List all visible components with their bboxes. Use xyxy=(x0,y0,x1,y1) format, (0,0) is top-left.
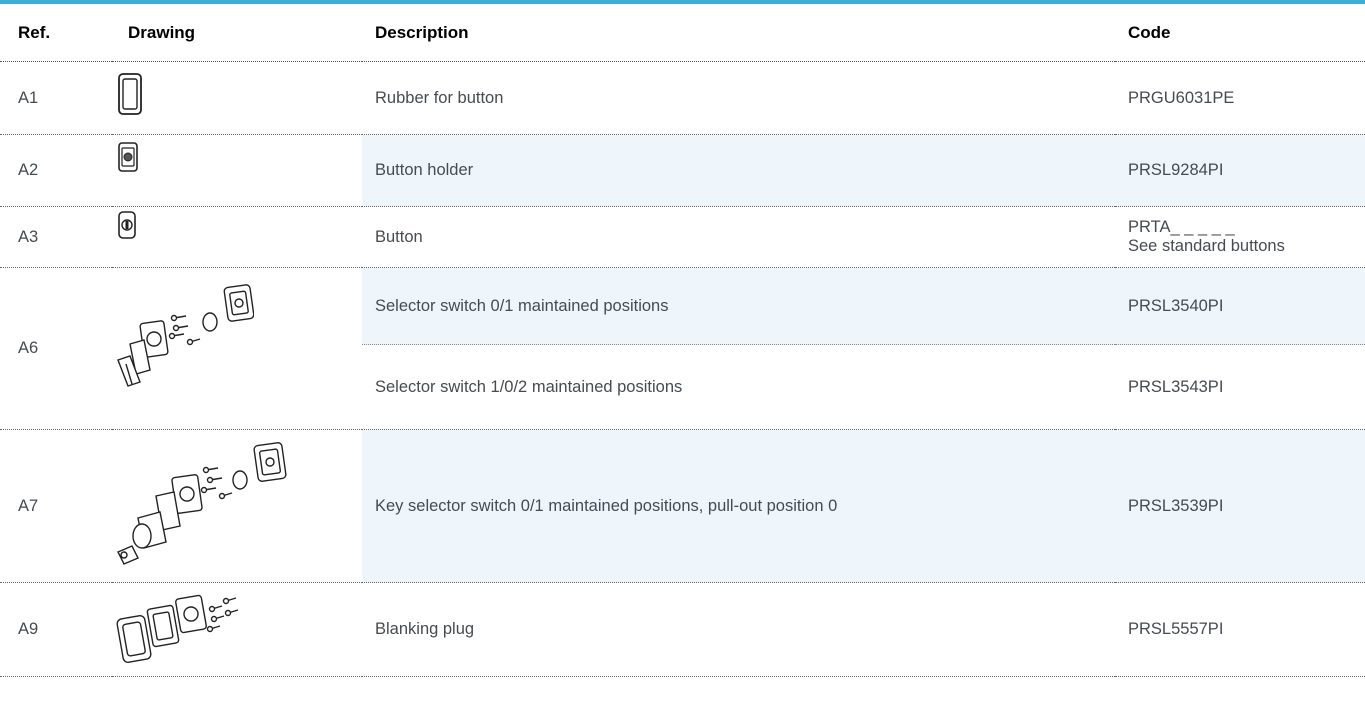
row-description: Button holder xyxy=(362,134,1115,207)
row-code: PRGU6031PE xyxy=(1115,61,1365,135)
header-ref: Ref. xyxy=(0,4,112,62)
row-code: PRSL9284PI xyxy=(1115,134,1365,207)
row-ref: A2 xyxy=(0,134,112,207)
code-note: See standard buttons xyxy=(1128,237,1285,255)
row-description: Selector switch 1/0/2 maintained positio… xyxy=(362,344,1115,430)
table-row: A6 Selector switch 0/1 maintained positi… xyxy=(0,267,1365,430)
row-drawing xyxy=(112,206,362,268)
row-description: Selector switch 0/1 maintained positions xyxy=(362,267,1115,345)
parts-table: Ref. Drawing Description Code A1 Rubber … xyxy=(0,4,1365,677)
code-line: PRTA_ _ _ _ _ xyxy=(1128,218,1235,236)
row-ref: A6 xyxy=(0,267,112,430)
table-row: A9 Blanking plug PRSL5557PI xyxy=(0,582,1365,677)
selector-switch-exploded-icon xyxy=(117,284,254,387)
row-description: Key selector switch 0/1 maintained posit… xyxy=(362,429,1115,583)
row-description: Button xyxy=(362,206,1115,268)
row-ref: A7 xyxy=(0,429,112,583)
table-row: A7 Key selector switch 0/1 maintained po… xyxy=(0,429,1365,583)
table-header-row: Ref. Drawing Description Code xyxy=(0,4,1365,62)
row-code: PRSL3540PI xyxy=(1115,267,1365,345)
row-drawing xyxy=(112,61,362,135)
key-selector-switch-exploded-icon xyxy=(117,442,287,565)
header-description: Description xyxy=(362,4,1115,62)
header-drawing: Drawing xyxy=(112,4,362,62)
row-code: PRSL5557PI xyxy=(1115,582,1365,677)
row-drawing xyxy=(112,134,362,207)
row-drawing xyxy=(112,582,362,677)
row-drawing xyxy=(112,429,362,583)
table-row: A1 Rubber for button PRGU6031PE xyxy=(0,61,1365,135)
row-description: Rubber for button xyxy=(362,61,1115,135)
table-row: A2 Button holder PRSL9284PI xyxy=(0,134,1365,207)
row-code: PRSL3543PI xyxy=(1115,344,1365,430)
table-row: A3 Button PRTA_ _ _ _ _ See standard but… xyxy=(0,206,1365,268)
row-description: Blanking plug xyxy=(362,582,1115,677)
blanking-plug-exploded-icon xyxy=(116,594,239,664)
row-ref: A1 xyxy=(0,61,112,135)
button-icon xyxy=(118,211,136,239)
row-ref: A3 xyxy=(0,206,112,268)
header-code: Code xyxy=(1115,4,1365,62)
button-holder-icon xyxy=(118,142,138,172)
row-drawing xyxy=(112,267,362,430)
row-ref: A9 xyxy=(0,582,112,677)
rubber-frame-icon xyxy=(118,73,142,115)
row-code: PRTA_ _ _ _ _ See standard buttons xyxy=(1115,206,1365,268)
row-code: PRSL3539PI xyxy=(1115,429,1365,583)
